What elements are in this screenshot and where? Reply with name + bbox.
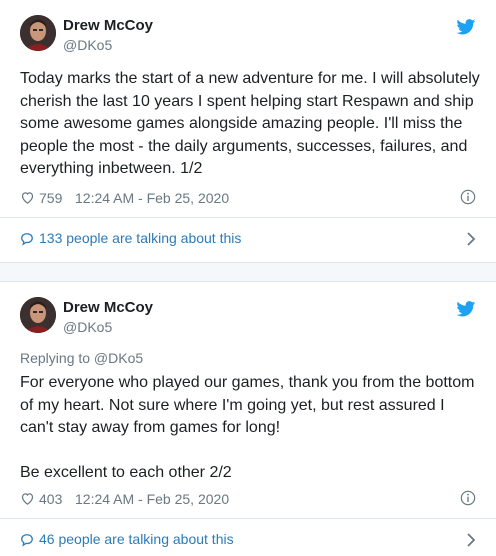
like-count[interactable]: 759 xyxy=(39,190,62,206)
like-count[interactable]: 403 xyxy=(39,491,62,507)
chevron-right-icon[interactable] xyxy=(466,232,476,246)
tweet-text: Today marks the start of a new adventure… xyxy=(20,70,485,177)
speech-bubble-icon xyxy=(20,232,34,246)
author-name[interactable]: Drew McCoy xyxy=(63,299,153,316)
avatar[interactable] xyxy=(20,15,56,51)
author-handle[interactable]: @DKo5 xyxy=(63,319,112,335)
timestamp-link[interactable]: 12:24 AM - Feb 25, 2020 xyxy=(75,190,229,206)
tweet-meta: 403 12:24 AM - Feb 25, 2020 xyxy=(20,490,476,510)
tweet-card: Drew McCoy @DKo5 Replying to @DKo5 For e… xyxy=(0,282,496,556)
timestamp-link[interactable]: 12:24 AM - Feb 25, 2020 xyxy=(75,491,229,507)
info-icon[interactable] xyxy=(460,490,476,506)
divider xyxy=(0,518,496,519)
replying-to-label[interactable]: Replying to @DKo5 xyxy=(20,350,143,366)
twitter-bird-icon[interactable] xyxy=(456,301,476,317)
author-name[interactable]: Drew McCoy xyxy=(63,17,153,34)
info-icon[interactable] xyxy=(460,189,476,205)
tweet-text: For everyone who played our games, thank… xyxy=(20,374,475,481)
avatar[interactable] xyxy=(20,297,56,333)
tweet-card: Drew McCoy @DKo5 Today marks the start o… xyxy=(0,0,496,262)
twitter-bird-icon[interactable] xyxy=(456,19,476,35)
tweet-header: Drew McCoy @DKo5 xyxy=(20,15,476,61)
chevron-right-icon[interactable] xyxy=(466,533,476,547)
heart-icon[interactable] xyxy=(20,491,35,506)
tweet-meta: 759 12:24 AM - Feb 25, 2020 xyxy=(20,189,476,209)
conversation-link[interactable]: 133 people are talking about this xyxy=(20,229,476,251)
author-handle[interactable]: @DKo5 xyxy=(63,37,112,53)
speech-bubble-icon xyxy=(20,533,34,547)
divider xyxy=(0,217,496,218)
conversation-label[interactable]: 46 people are talking about this xyxy=(39,531,234,547)
conversation-link[interactable]: 46 people are talking about this xyxy=(20,530,476,552)
heart-icon[interactable] xyxy=(20,190,35,205)
tweet-separator xyxy=(0,262,496,282)
conversation-label[interactable]: 133 people are talking about this xyxy=(39,230,241,246)
tweet-header: Drew McCoy @DKo5 xyxy=(20,297,476,343)
